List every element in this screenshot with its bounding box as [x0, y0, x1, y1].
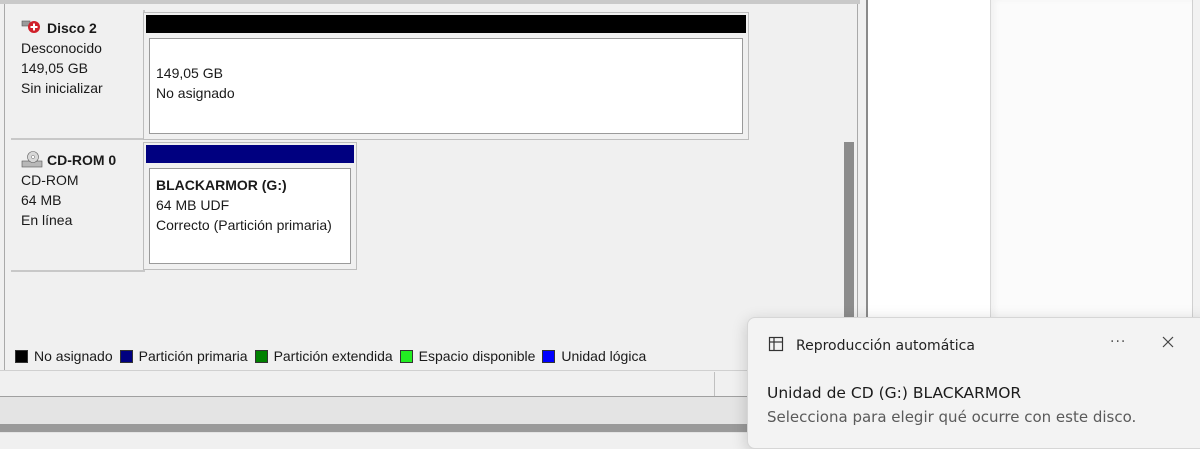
disk-2-partition-box[interactable]: 149,05 GB No asignado	[149, 38, 743, 134]
taskbar-edge	[0, 424, 858, 432]
legend-swatch	[542, 349, 556, 363]
disk-uninitialized-icon	[21, 19, 43, 37]
disk-2-partition[interactable]: 149,05 GB No asignado	[143, 12, 749, 140]
status-bar-divider	[714, 372, 715, 396]
notification-header: Reproducción automática	[768, 336, 975, 356]
legend-swatch	[254, 349, 268, 363]
close-button[interactable]	[1160, 334, 1176, 350]
notification-app-name: Reproducción automática	[796, 338, 975, 354]
cdrom-icon	[21, 151, 43, 169]
autoplay-icon	[768, 336, 784, 356]
status-bar	[0, 370, 858, 397]
legend-item: No asignado	[15, 348, 113, 364]
primary-partition-bar	[146, 145, 354, 163]
cdrom-0-size: 64 MB	[21, 192, 62, 208]
legend-item: Partición primaria	[119, 348, 248, 364]
vertical-scrollbar-thumb[interactable]	[844, 142, 854, 320]
cdrom-0-volume-label: BLACKARMOR (G:)	[156, 177, 287, 193]
more-options-button[interactable]: ···	[1110, 334, 1126, 350]
close-icon	[1162, 336, 1174, 348]
legend-label: No asignado	[34, 348, 113, 364]
cdrom-0-name: CD-ROM 0	[47, 152, 117, 168]
disk-2-label[interactable]: Disco 2 Desconocido 149,05 GB Sin inicia…	[11, 10, 145, 140]
unallocated-bar	[146, 15, 746, 33]
legend-label: Unidad lógica	[561, 348, 647, 364]
disk-2-title: Disco 2	[21, 18, 143, 38]
legend-item: Unidad lógica	[542, 348, 646, 364]
legend-item: Partición extendida	[254, 348, 393, 364]
disk-2-partition-size: 149,05 GB	[156, 65, 223, 81]
disk-2-type: Desconocido	[21, 40, 102, 56]
cdrom-0-type: CD-ROM	[21, 172, 79, 188]
cdrom-0-title: CD-ROM 0	[21, 150, 143, 170]
legend-swatch	[399, 349, 413, 363]
autoplay-notification[interactable]: Reproducción automática ··· Unidad de CD…	[747, 317, 1200, 449]
cdrom-0-partition[interactable]: BLACKARMOR (G:) 64 MB UDF Correcto (Part…	[143, 142, 357, 270]
cdrom-0-status: En línea	[21, 212, 73, 228]
legend-label: Partición primaria	[138, 348, 248, 364]
legend-item: Espacio disponible	[399, 348, 536, 364]
cdrom-0-volume-size: 64 MB UDF	[156, 197, 230, 213]
notification-title: Unidad de CD (G:) BLACKARMOR	[767, 384, 1022, 402]
disk-2-partition-status: No asignado	[156, 85, 235, 101]
legend-swatch	[119, 349, 133, 363]
cdrom-0-label[interactable]: CD-ROM 0 CD-ROM 64 MB En línea	[11, 142, 145, 272]
disk-2-status: Sin inicializar	[21, 80, 103, 96]
legend: No asignado Partición primaria Partición…	[15, 348, 653, 364]
disk-2-size: 149,05 GB	[21, 60, 88, 76]
notification-description: Selecciona para elegir qué ocurre con es…	[767, 408, 1137, 426]
legend-label: Partición extendida	[273, 348, 393, 364]
legend-label: Espacio disponible	[418, 348, 536, 364]
legend-swatch	[15, 349, 28, 363]
disk-2-name: Disco 2	[47, 20, 97, 36]
disk-map-pane[interactable]: Disco 2 Desconocido 149,05 GB Sin inicia…	[4, 4, 858, 370]
cdrom-0-partition-box[interactable]: BLACKARMOR (G:) 64 MB UDF Correcto (Part…	[149, 168, 351, 264]
cdrom-0-volume-status: Correcto (Partición primaria)	[156, 217, 332, 233]
